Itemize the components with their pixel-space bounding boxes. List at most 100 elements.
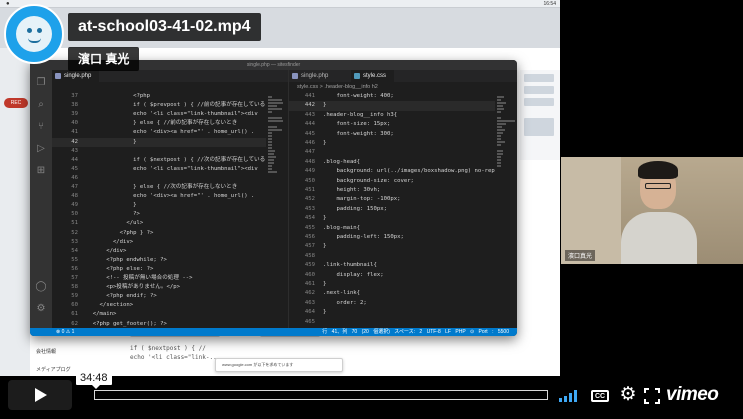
closed-captions-icon[interactable]: CC xyxy=(591,390,609,402)
code-line[interactable]: 42 } xyxy=(52,137,288,147)
code-line[interactable]: 55 <?php endwhile; ?> xyxy=(52,256,288,265)
problems-status[interactable]: ⊗ 0 ⚠ 1 xyxy=(56,328,74,336)
tab-style-css[interactable]: style.css xyxy=(351,70,395,82)
code-line[interactable]: 445 font-weight: 300; xyxy=(289,130,517,139)
code-line[interactable]: 459 .link-thumbnail{ xyxy=(289,261,517,270)
minimap-line xyxy=(497,120,515,122)
code-line[interactable]: 62 <?php get_footer(); ?> xyxy=(52,320,288,329)
code-line[interactable]: 59 <?php endif; ?> xyxy=(52,292,288,301)
code-line[interactable]: 450 background-size: cover; xyxy=(289,177,517,186)
code-text: height: 30vh; xyxy=(323,187,381,193)
code-line[interactable]: 54 </div> xyxy=(52,247,288,256)
video-byline[interactable]: 濱口 真光 xyxy=(68,47,140,71)
line-number: 448 xyxy=(304,158,315,165)
code-line[interactable]: 464} xyxy=(289,308,517,317)
code-line[interactable]: 50 ?> xyxy=(52,210,288,219)
php-file-icon xyxy=(292,73,298,79)
code-line[interactable]: 43 xyxy=(52,147,288,156)
code-line[interactable]: 37 <?php xyxy=(52,92,288,101)
code-line[interactable]: 39 echo '<li class="link-thumbnail"><div xyxy=(52,110,288,119)
minimap-line xyxy=(497,165,501,167)
fullscreen-icon[interactable] xyxy=(644,388,660,404)
video-frame[interactable]: ● 16:54 REC 会社情報 メディアプログ if ( $nextpost … xyxy=(0,0,743,419)
code-editor-right[interactable]: 441 font-weight: 400; 442} 443 .header-blog… xyxy=(289,92,517,328)
line-number: 463 xyxy=(304,299,315,306)
code-line[interactable]: 443 .header-blog__info h3{ xyxy=(289,111,517,120)
code-line[interactable]: 61 </main> xyxy=(52,310,288,319)
code-line[interactable]: 463 order: 2; xyxy=(289,299,517,308)
page-block xyxy=(524,98,554,106)
line-number: 445 xyxy=(304,130,315,137)
code-line[interactable]: 455 .blog-main{ xyxy=(289,224,517,233)
code-line[interactable]: 456 padding-left: 150px; xyxy=(289,233,517,242)
editor-pane-left: single.php 37 <?php 38 if ( $prevpost ) {… xyxy=(52,70,288,328)
code-line[interactable]: 446} xyxy=(289,139,517,148)
code-line[interactable]: 452 margin-top: -100px; xyxy=(289,195,517,204)
code-line[interactable]: 462 .next-link{ xyxy=(289,289,517,298)
code-line[interactable]: 448 .blog-head{ xyxy=(289,158,517,167)
smiley-face-icon xyxy=(16,16,52,52)
code-line[interactable]: 52 <?php } ?> xyxy=(52,229,288,238)
code-line[interactable]: 461} xyxy=(289,280,517,289)
code-line[interactable]: 458 xyxy=(289,252,517,261)
minimap-line xyxy=(268,171,277,173)
line-number: 39 xyxy=(71,111,78,118)
code-line[interactable]: 57 <!-- 投稿が無い場合の処理 --> xyxy=(52,274,288,283)
code-line[interactable]: 53 </div> xyxy=(52,238,288,247)
page-block xyxy=(524,86,554,94)
minimap-line xyxy=(497,117,502,119)
code-line[interactable]: 449 background: url(../images/boxshadow.… xyxy=(289,167,517,176)
line-number: 60 xyxy=(71,302,78,309)
minimap-line xyxy=(497,108,504,110)
extensions-icon: ⊞ xyxy=(36,165,46,176)
explorer-icon: ❐ xyxy=(36,77,46,88)
code-line[interactable]: 49 } xyxy=(52,201,288,210)
play-icon xyxy=(35,388,47,402)
code-line[interactable]: 48 echo '<div><a href="' . home_url() . xyxy=(52,192,288,201)
line-number: 447 xyxy=(304,149,315,156)
video-title[interactable]: at-school03-41-02.mp4 xyxy=(68,13,261,41)
code-text: } xyxy=(323,215,327,222)
code-line[interactable]: 454} xyxy=(289,214,517,223)
code-line[interactable]: 441 font-weight: 400; xyxy=(289,92,517,101)
volume-icon[interactable] xyxy=(559,390,579,402)
editor-status[interactable]: 行 41、列 70 (20 個選択) スペース: 2 UTF-8 LF PHP … xyxy=(322,328,509,336)
code-editor-left[interactable]: 37 <?php 38 if ( $prevpost ) { //前の記事が存在し… xyxy=(52,92,288,328)
line-number: 443 xyxy=(304,111,315,118)
code-line[interactable]: 442} xyxy=(289,101,517,111)
breadcrumb[interactable]: style.css > .header-blog__info h2 xyxy=(289,82,517,92)
code-line[interactable]: 460 display: flex; xyxy=(289,271,517,280)
code-line[interactable]: 45 echo '<li class="link-thumbnail"><div xyxy=(52,165,288,174)
code-line[interactable]: 41 echo '<div><a href="' . home_url() . xyxy=(52,128,288,137)
code-line[interactable]: 38 if ( $prevpost ) { //前の記事が存在しているとき xyxy=(52,101,288,110)
code-line[interactable]: 447 xyxy=(289,148,517,157)
tab-single-php[interactable]: single.php xyxy=(52,70,100,82)
vimeo-logo[interactable]: vimeo xyxy=(666,384,728,406)
code-line[interactable]: 444 font-size: 15px; xyxy=(289,120,517,129)
code-line[interactable]: 51 </ul> xyxy=(52,219,288,228)
tab-single-php[interactable]: single.php xyxy=(289,70,336,82)
channel-avatar[interactable] xyxy=(4,4,64,64)
code-line[interactable]: 465 xyxy=(289,318,517,327)
code-line[interactable]: 46 xyxy=(52,174,288,183)
minimap[interactable] xyxy=(495,92,517,328)
line-number: 49 xyxy=(71,202,78,209)
minimap-line xyxy=(497,99,501,101)
settings-gear-icon[interactable]: ⚙ xyxy=(618,384,638,406)
code-line[interactable]: 60 </section> xyxy=(52,301,288,310)
minimap[interactable] xyxy=(266,92,288,328)
minimap-line xyxy=(268,150,276,152)
code-line[interactable]: 453 padding: 150px; xyxy=(289,205,517,214)
volume-bar xyxy=(574,390,577,402)
code-line[interactable]: 451 height: 30vh; xyxy=(289,186,517,195)
code-line[interactable]: 58 <p>投稿がありません。</p> xyxy=(52,283,288,292)
code-line[interactable]: 47 } else { //次の記事が存在しないとき xyxy=(52,183,288,192)
code-line[interactable]: 457} xyxy=(289,242,517,251)
code-line[interactable]: 44 if ( $nextpost ) { //次の記事が存在しているとき xyxy=(52,156,288,165)
progress-bar[interactable] xyxy=(94,390,548,400)
play-button[interactable] xyxy=(8,380,72,410)
line-number: 59 xyxy=(71,293,78,300)
page-block xyxy=(524,118,554,136)
code-line[interactable]: 40 } else { //前の記事が存在しないとき xyxy=(52,119,288,128)
code-line[interactable]: 56 <?php else: ?> xyxy=(52,265,288,274)
